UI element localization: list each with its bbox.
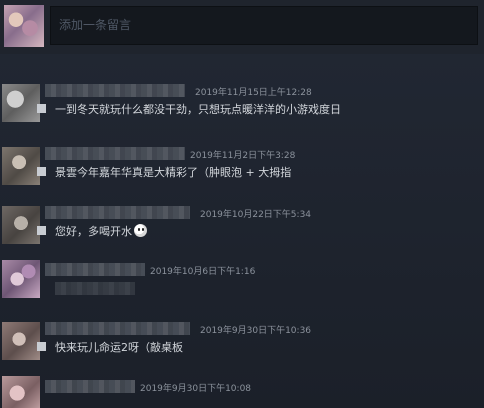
comment-composer: 添加一条留言 xyxy=(0,0,484,54)
comment-timestamp: 2019年11月2日下午3:28 xyxy=(190,151,296,161)
comment-timestamp: 2019年11月15日上午12:28 xyxy=(195,88,312,98)
bullet-icon xyxy=(37,167,46,176)
commenter-name[interactable] xyxy=(45,322,190,335)
comment-timestamp: 2019年9月30日下午10:36 xyxy=(200,326,312,336)
commenter-avatar[interactable] xyxy=(2,376,40,408)
comments-panel: 添加一条留言 2019年11月15日上午12:28 一到冬天就玩什么都没干劲，只… xyxy=(0,0,484,408)
comment-item: 2019年11月2日下午3:28 景雲今年嘉年华真是大精彩了（肿眼泡 + 大拇指 xyxy=(0,143,484,188)
comment-timestamp: 2019年10月22日下午5:34 xyxy=(200,210,312,220)
bullet-icon xyxy=(37,104,46,113)
comment-text-content: 您好，多喝开水 xyxy=(55,225,132,238)
comment-timestamp: 2019年10月6日下午1:16 xyxy=(150,267,256,277)
comment-timestamp: 2019年9月30日下午10:08 xyxy=(140,384,252,394)
comment-text: 景雲今年嘉年华真是大精彩了（肿眼泡 + 大拇指 xyxy=(55,166,292,179)
commenter-name[interactable] xyxy=(45,147,185,160)
commenter-avatar[interactable] xyxy=(2,260,40,298)
commenter-avatar[interactable] xyxy=(2,206,40,244)
commenter-avatar[interactable] xyxy=(2,84,40,122)
commenter-name[interactable] xyxy=(45,84,185,97)
comment-text: 快来玩儿命运2呀（敲桌板 xyxy=(55,341,183,354)
comment-item: 2019年10月22日下午5:34 您好，多喝开水 xyxy=(0,202,484,247)
commenter-name[interactable] xyxy=(45,380,135,393)
bullet-icon xyxy=(37,342,46,351)
comment-item: 2019年9月30日下午10:08 xyxy=(0,374,484,408)
comment-text-blurred xyxy=(55,282,135,295)
comment-item: 2019年9月30日下午10:36 快来玩儿命运2呀（敲桌板 xyxy=(0,318,484,363)
comment-item: 2019年10月6日下午1:16 xyxy=(0,260,484,305)
comment-input[interactable]: 添加一条留言 xyxy=(50,6,478,45)
commenter-name[interactable] xyxy=(45,206,190,219)
commenter-name[interactable] xyxy=(45,263,145,276)
comment-text: 一到冬天就玩什么都没干劲，只想玩点暖洋洋的小游戏度日 xyxy=(55,103,341,116)
commenter-avatar[interactable] xyxy=(2,147,40,185)
comment-item: 2019年11月15日上午12:28 一到冬天就玩什么都没干劲，只想玩点暖洋洋的… xyxy=(0,80,484,125)
current-user-avatar[interactable] xyxy=(4,5,44,47)
comment-text: 您好，多喝开水 xyxy=(55,223,147,239)
bullet-icon xyxy=(37,226,46,235)
commenter-avatar[interactable] xyxy=(2,322,40,360)
smiley-emoji-icon xyxy=(134,224,147,237)
